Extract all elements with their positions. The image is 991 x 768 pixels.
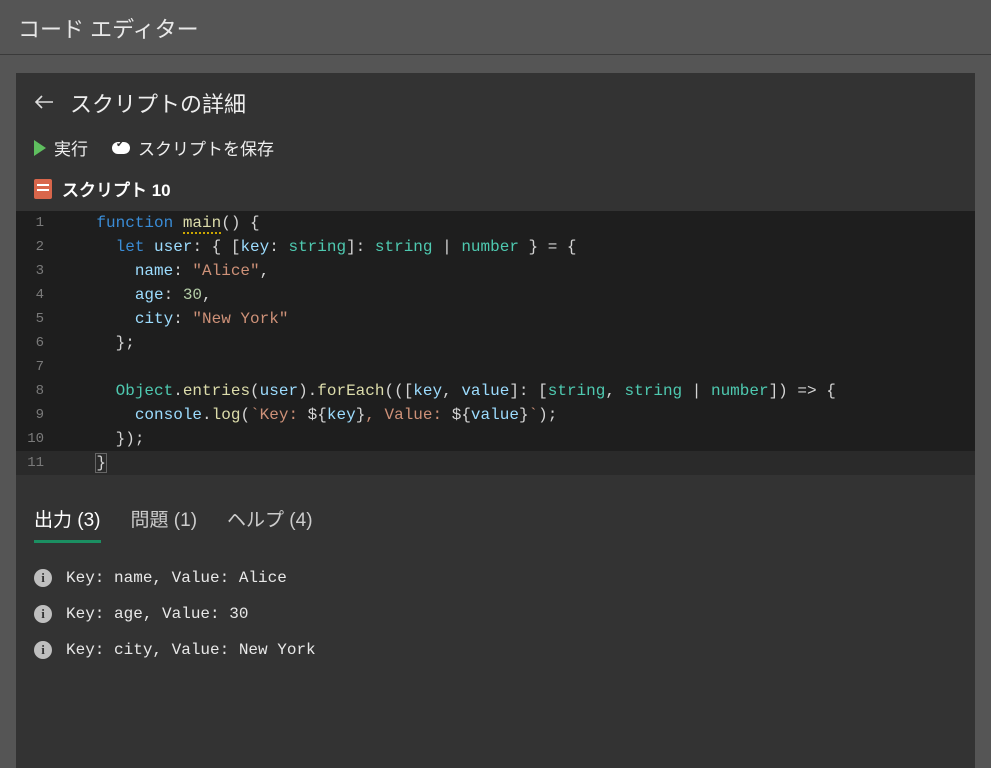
code-line[interactable]: 4 age: 30, [16, 283, 975, 307]
run-label: 実行 [54, 135, 88, 160]
code-content[interactable]: Object.entries(user).forEach(([key, valu… [58, 382, 836, 400]
toolbar: 実行 スクリプトを保存 [16, 127, 975, 172]
info-icon: i [34, 641, 52, 659]
code-line[interactable]: 9 console.log(`Key: ${key}, Value: ${val… [16, 403, 975, 427]
code-content[interactable]: console.log(`Key: ${key}, Value: ${value… [58, 406, 557, 424]
code-line[interactable]: 11 } [16, 451, 975, 475]
tab-help[interactable]: ヘルプ (4) [227, 505, 313, 540]
info-icon: i [34, 605, 52, 623]
code-content[interactable]: let user: { [key: string]: string | numb… [58, 238, 577, 256]
code-line[interactable]: 3 name: "Alice", [16, 259, 975, 283]
line-number: 2 [16, 239, 58, 255]
play-icon [34, 140, 46, 156]
line-number: 9 [16, 407, 58, 423]
output-text: Key: city, Value: New York [66, 641, 316, 659]
code-content[interactable]: name: "Alice", [58, 262, 269, 280]
save-label: スクリプトを保存 [138, 135, 274, 160]
script-header: スクリプト 10 [16, 172, 975, 211]
output-line: i Key: city, Value: New York [34, 641, 957, 659]
back-button[interactable] [34, 93, 54, 114]
line-number: 5 [16, 311, 58, 327]
main-panel: スクリプトの詳細 実行 スクリプトを保存 スクリプト 10 1 function… [16, 73, 975, 768]
topbar: スクリプトの詳細 [16, 73, 975, 127]
line-number: 7 [16, 359, 58, 375]
output-text: Key: name, Value: Alice [66, 569, 287, 587]
output-panel: i Key: name, Value: Alice i Key: age, Value… [16, 543, 975, 659]
cloud-icon [112, 142, 130, 154]
script-name: スクリプト 10 [62, 176, 171, 201]
save-button[interactable]: スクリプトを保存 [112, 135, 274, 160]
code-line[interactable]: 5 city: "New York" [16, 307, 975, 331]
tab-output[interactable]: 出力 (3) [34, 505, 101, 543]
output-text: Key: age, Value: 30 [66, 605, 248, 623]
code-line[interactable]: 1 function main() { [16, 211, 975, 235]
run-button[interactable]: 実行 [34, 135, 88, 160]
script-icon [34, 179, 52, 199]
line-number: 6 [16, 335, 58, 351]
tab-problems[interactable]: 問題 (1) [131, 505, 198, 540]
output-line: i Key: name, Value: Alice [34, 569, 957, 587]
code-line[interactable]: 2 let user: { [key: string]: string | nu… [16, 235, 975, 259]
code-line[interactable]: 6 }; [16, 331, 975, 355]
code-content[interactable]: function main() { [58, 214, 260, 232]
line-number: 3 [16, 263, 58, 279]
line-number: 11 [16, 455, 58, 471]
line-number: 8 [16, 383, 58, 399]
code-content[interactable]: } [58, 454, 106, 472]
line-number: 1 [16, 215, 58, 231]
output-line: i Key: age, Value: 30 [34, 605, 957, 623]
page-title: スクリプトの詳細 [70, 87, 246, 119]
line-number: 10 [16, 431, 58, 447]
code-content[interactable]: city: "New York" [58, 310, 288, 328]
code-line[interactable]: 7 [16, 355, 975, 379]
code-line[interactable]: 10 }); [16, 427, 975, 451]
line-number: 4 [16, 287, 58, 303]
output-tabs: 出力 (3) 問題 (1) ヘルプ (4) [16, 475, 975, 543]
code-content[interactable]: }); [58, 430, 144, 448]
code-editor[interactable]: 1 function main() {2 let user: { [key: s… [16, 211, 975, 475]
code-line[interactable]: 8 Object.entries(user).forEach(([key, va… [16, 379, 975, 403]
code-content[interactable]: }; [58, 334, 135, 352]
code-content[interactable]: age: 30, [58, 286, 212, 304]
app-title: コード エディター [0, 0, 991, 55]
info-icon: i [34, 569, 52, 587]
